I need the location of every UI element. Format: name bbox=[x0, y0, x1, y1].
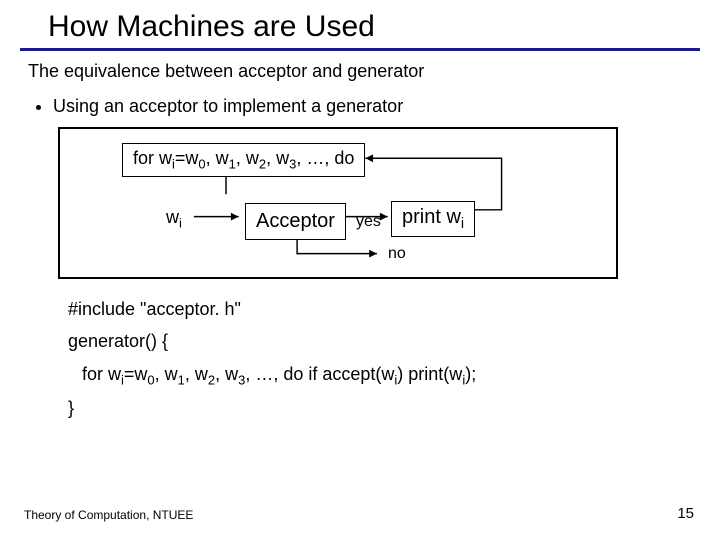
bullet-text: Using an acceptor to implement a generat… bbox=[53, 96, 403, 117]
bullet-icon bbox=[36, 105, 41, 110]
code-line-4: } bbox=[68, 392, 692, 424]
t: 0 bbox=[198, 157, 205, 172]
t: ) print(w bbox=[397, 364, 462, 384]
t: w bbox=[166, 207, 179, 227]
for-loop-box: for wi=w0, w1, w2, w3, …, do bbox=[122, 143, 365, 177]
t: , w bbox=[266, 148, 289, 168]
body-area: The equivalence between acceptor and gen… bbox=[0, 51, 720, 424]
print-box: print wi bbox=[391, 201, 475, 237]
code-line-3: for wi=w0, w1, w2, w3, …, do if accept(w… bbox=[68, 358, 692, 392]
bullet-row: Using an acceptor to implement a generat… bbox=[36, 96, 692, 117]
no-label: no bbox=[388, 245, 406, 263]
footer-left: Theory of Computation, NTUEE bbox=[24, 508, 193, 522]
t: i bbox=[179, 216, 182, 231]
t: 1 bbox=[229, 157, 236, 172]
slide-title: How Machines are Used bbox=[48, 10, 720, 44]
slide: How Machines are Used The equivalence be… bbox=[0, 0, 720, 540]
t: for w bbox=[82, 364, 121, 384]
t: ); bbox=[465, 364, 476, 384]
wi-label: wi bbox=[166, 207, 182, 231]
acceptor-box: Acceptor bbox=[245, 203, 346, 240]
t: , w bbox=[236, 148, 259, 168]
code-line-1: #include "acceptor. h" bbox=[68, 293, 692, 325]
t: , …, do if accept(w bbox=[245, 364, 394, 384]
t: =w bbox=[175, 148, 199, 168]
t: , w bbox=[215, 364, 238, 384]
t: print w bbox=[402, 206, 461, 228]
title-area: How Machines are Used bbox=[0, 0, 720, 44]
t: , w bbox=[206, 148, 229, 168]
t: , w bbox=[185, 364, 208, 384]
t: , …, do bbox=[296, 148, 354, 168]
t: , w bbox=[155, 364, 178, 384]
code-block: #include "acceptor. h" generator() { for… bbox=[68, 293, 692, 424]
yes-label: yes bbox=[356, 213, 381, 231]
code-line-2: generator() { bbox=[68, 325, 692, 357]
slide-number: 15 bbox=[677, 505, 694, 522]
t: 0 bbox=[147, 372, 154, 387]
t: for w bbox=[133, 148, 172, 168]
diagram-box: for wi=w0, w1, w2, w3, …, do wi Acceptor… bbox=[58, 127, 618, 279]
subheading: The equivalence between acceptor and gen… bbox=[28, 61, 692, 82]
t: 1 bbox=[178, 372, 185, 387]
t: i bbox=[461, 216, 464, 232]
t: =w bbox=[124, 364, 148, 384]
